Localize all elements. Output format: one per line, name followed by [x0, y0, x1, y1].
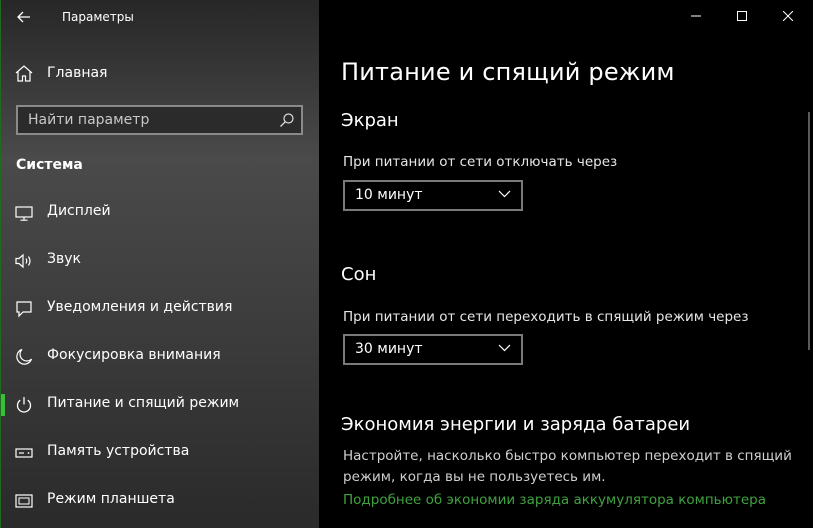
energy-saving-description: Настройте, насколько быстро компьютер пе…: [343, 446, 793, 488]
moon-icon: [16, 348, 33, 365]
speaker-icon: [15, 253, 31, 269]
select-value: 10 минут: [355, 187, 423, 203]
minimize-button[interactable]: [673, 0, 719, 32]
sidebar-item-label: Питание и спящий режим: [47, 395, 240, 411]
sidebar-item-label: Главная: [47, 65, 108, 81]
close-button[interactable]: [765, 0, 811, 32]
sidebar-item-label: Память устройства: [47, 443, 190, 459]
sidebar-item-home[interactable]: Главная: [1, 58, 320, 88]
search-input[interactable]: Найти параметр: [16, 105, 303, 135]
maximize-icon: [737, 11, 747, 21]
app-title: Параметры: [62, 10, 134, 24]
scrollbar[interactable]: [808, 112, 810, 350]
storage-icon: [15, 448, 33, 458]
sidebar-item-display[interactable]: Дисплей: [1, 192, 320, 232]
chevron-down-icon: [498, 190, 511, 198]
minimize-icon: [691, 15, 701, 17]
search-placeholder: Найти параметр: [28, 112, 150, 128]
sidebar-item-sound[interactable]: Звук: [1, 240, 320, 280]
sidebar-item-label: Уведомления и действия: [47, 299, 233, 315]
battery-saving-link[interactable]: Подробнее об экономии заряда аккумулятор…: [343, 492, 766, 508]
sidebar-item-label: Звук: [47, 251, 81, 267]
sidebar-item-tablet-mode[interactable]: Режим планшета: [1, 480, 320, 520]
description-line: режим, когда вы не пользуетесь им.: [343, 469, 606, 485]
sidebar: Параметры Главная Найти параметр Система…: [0, 0, 319, 528]
back-button[interactable]: [11, 4, 37, 30]
sidebar-item-power-sleep[interactable]: Питание и спящий режим: [1, 384, 320, 424]
sidebar-item-storage[interactable]: Память устройства: [1, 432, 320, 472]
description-line: Настройте, насколько быстро компьютер пе…: [343, 448, 792, 464]
back-arrow-icon: [17, 11, 30, 23]
power-icon: [16, 397, 32, 413]
search-icon[interactable]: [279, 112, 295, 128]
close-icon: [783, 11, 793, 21]
notification-icon: [16, 301, 32, 318]
sidebar-item-focus-assist[interactable]: Фокусировка внимания: [1, 336, 320, 376]
page-title: Питание и спящий режим: [341, 58, 675, 86]
sidebar-item-notifications[interactable]: Уведомления и действия: [1, 288, 320, 328]
home-icon: [15, 65, 33, 82]
sleep-timeout-label: При питании от сети переходить в спящий …: [343, 309, 749, 325]
sidebar-item-label: Режим планшета: [47, 491, 175, 507]
sidebar-item-label: Фокусировка внимания: [47, 347, 221, 363]
select-value: 30 минут: [355, 341, 423, 357]
settings-window: Параметры Главная Найти параметр Система…: [0, 0, 813, 528]
selected-indicator: [1, 394, 5, 416]
monitor-icon: [15, 206, 33, 221]
screen-heading: Экран: [341, 110, 399, 131]
sleep-timeout-select[interactable]: 30 минут: [343, 334, 523, 365]
tablet-icon: [15, 494, 33, 508]
sleep-heading: Сон: [341, 264, 377, 285]
sidebar-item-label: Дисплей: [47, 203, 111, 219]
maximize-button[interactable]: [719, 0, 765, 32]
screen-timeout-select[interactable]: 10 минут: [343, 180, 523, 211]
screen-timeout-label: При питании от сети отключать через: [343, 154, 618, 170]
main-content: Питание и спящий режим Экран При питании…: [319, 0, 813, 528]
chevron-down-icon: [498, 344, 511, 352]
section-title: Система: [16, 157, 83, 173]
titlebar-left: Параметры: [1, 0, 320, 34]
energy-saving-heading: Экономия энергии и заряда батареи: [341, 414, 691, 435]
